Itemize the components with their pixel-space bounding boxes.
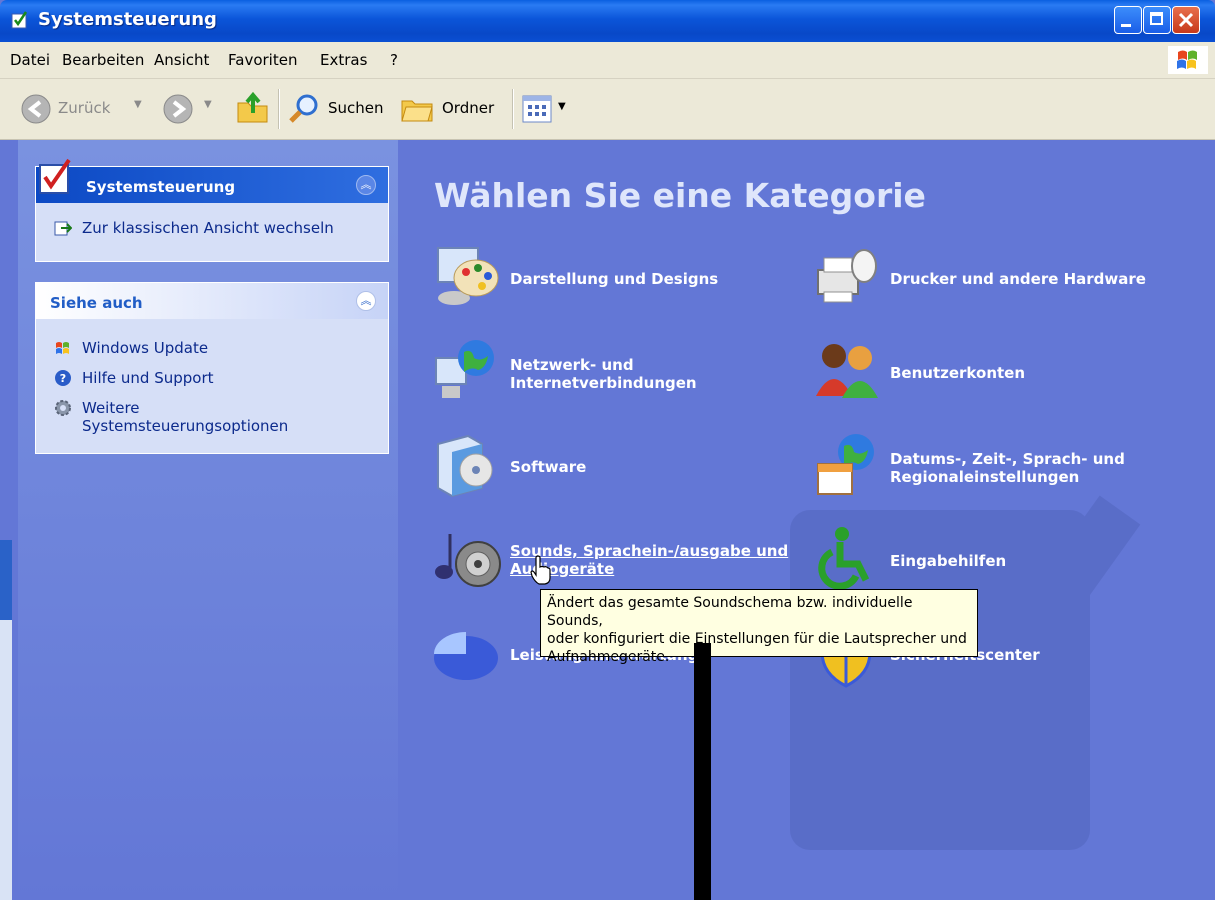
category-appearance-label: Darstellung und Designs [510,270,719,288]
help-icon: ? [55,370,71,386]
date-time-globe-icon [817,434,874,495]
gear-icon [55,400,71,416]
user-accounts-icon [816,344,878,398]
tooltip-line1: Ändert das gesamte Soundschema bzw. indi… [547,595,913,629]
tooltip-line2: oder konfiguriert die Einstellungen für … [547,631,967,647]
category-software[interactable]: Software [432,430,762,502]
black-bar-overlay [694,643,711,900]
page-title: Wählen Sie eine Kategorie [434,176,926,215]
search-label: Suchen [328,99,384,117]
menu-datei[interactable]: Datei [10,51,50,69]
collapse-chevron-icon[interactable]: ︽ [356,291,376,311]
category-printers-label: Drucker und andere Hardware [890,270,1146,288]
folders-button[interactable]: Ordner [400,91,505,127]
view-button[interactable]: ▼ [522,93,572,125]
toolbar: Zurück ▼ ▼ Suchen Ordner ▼ [0,79,1215,140]
folders-label: Ordner [442,99,495,117]
performance-pie-icon [434,632,498,680]
minimize-icon [1121,24,1131,27]
close-icon [1178,12,1194,28]
appearance-themes-icon [437,247,499,305]
category-date-time-region[interactable]: Datums-, Zeit-, Sprach- und Regionaleins… [812,430,1192,502]
panel-see-also: Siehe auch ︽ Windows Update ? Hilfe und … [35,282,389,454]
category-date-time-label-line2: Regionaleinstellungen [890,468,1080,486]
category-sounds-label-line2: Audiogeräte [510,560,615,578]
category-sounds-audio[interactable]: Sounds, Sprachein-/ausgabe und Audiogerä… [432,524,802,596]
more-options-label-line1: Weitere [82,399,140,417]
printer-hardware-icon [817,249,877,303]
switch-view-icon [54,221,72,236]
task-pane: Systemsteuerung ︽ Zur klassischen Ansich… [18,140,398,900]
menu-extras[interactable]: Extras [320,51,367,69]
search-button[interactable]: Suchen [288,91,388,127]
minimize-button[interactable] [1114,6,1142,34]
category-network[interactable]: Netzwerk- und Internetverbindungen [432,336,762,408]
forward-dropdown-icon: ▼ [204,99,212,110]
category-accessibility-label: Eingabehilfen [890,552,1007,570]
collapse-chevron-icon[interactable]: ︽ [356,175,376,195]
control-panel-large-icon [39,158,71,194]
category-user-accounts-label: Benutzerkonten [890,364,1026,382]
up-folder-icon[interactable] [236,89,270,125]
classic-view-label: Zur klassischen Ansicht wechseln [82,219,334,237]
svg-text:?: ? [60,372,66,385]
view-dropdown-icon: ▼ [558,101,566,112]
background-window-edge-light [0,620,12,900]
more-options-label-line2: Systemsteuerungsoptionen [82,417,289,435]
menu-ansicht[interactable]: Ansicht [154,51,209,69]
forward-button[interactable]: ▼ [160,91,220,127]
category-printers-hardware[interactable]: Drucker und andere Hardware [812,242,1192,314]
category-network-label-line2: Internetverbindungen [510,374,697,392]
title-bar[interactable]: Systemsteuerung [0,0,1215,42]
windows-logo-icon [1168,46,1208,74]
panel-see-also-title: Siehe auch [50,294,143,312]
control-panel-icon [11,11,28,29]
sounds-speaker-icon [435,534,501,587]
search-icon [289,94,318,123]
back-label: Zurück [58,99,111,117]
accessibility-wheelchair-icon [818,527,870,590]
background-window-edge [0,540,12,620]
windows-update-icon [56,342,69,354]
toolbar-separator [512,89,514,129]
forward-arrow-icon [163,94,193,124]
panel-control-panel-header[interactable]: Systemsteuerung ︽ [36,158,388,203]
menu-bearbeiten[interactable]: Bearbeiten [62,51,144,69]
views-icon [522,95,552,123]
back-button[interactable]: Zurück ▼ [20,91,150,127]
tooltip: Ändert das gesamte Soundschema bzw. indi… [540,589,978,665]
tooltip-line3: Aufnahmegeräte. [547,649,670,665]
maximize-button[interactable] [1143,6,1171,34]
folders-icon [401,100,433,122]
hand-cursor-icon [530,555,551,585]
menu-help[interactable]: ? [390,51,398,69]
category-appearance[interactable]: Darstellung und Designs [432,242,762,314]
category-software-label: Software [510,458,587,476]
category-date-time-label-line1: Datums-, Zeit-, Sprach- und [890,450,1125,468]
window-title: Systemsteuerung [38,9,217,30]
control-panel-window: Systemsteuerung Datei Bearbeiten Ansicht… [0,0,1215,900]
back-dropdown-icon: ▼ [134,99,142,110]
close-button[interactable] [1172,6,1200,34]
panel-control-panel: Systemsteuerung ︽ Zur klassischen Ansich… [35,158,389,262]
category-accessibility[interactable]: Eingabehilfen [812,524,1192,596]
software-box-icon [437,434,493,498]
category-user-accounts[interactable]: Benutzerkonten [812,336,1192,408]
panel-control-panel-title: Systemsteuerung [86,178,236,196]
help-support-label: Hilfe und Support [82,369,214,387]
maximize-icon [1150,12,1163,25]
menu-bar: Datei Bearbeiten Ansicht Favoriten Extra… [0,42,1215,79]
windows-update-label: Windows Update [82,339,209,357]
panel-see-also-header[interactable]: Siehe auch ︽ [36,283,388,319]
network-globe-icon [435,340,494,398]
menu-favoriten[interactable]: Favoriten [228,51,297,69]
toolbar-separator [278,89,280,129]
category-network-label-line1: Netzwerk- und [510,356,634,374]
back-arrow-icon [21,94,51,124]
